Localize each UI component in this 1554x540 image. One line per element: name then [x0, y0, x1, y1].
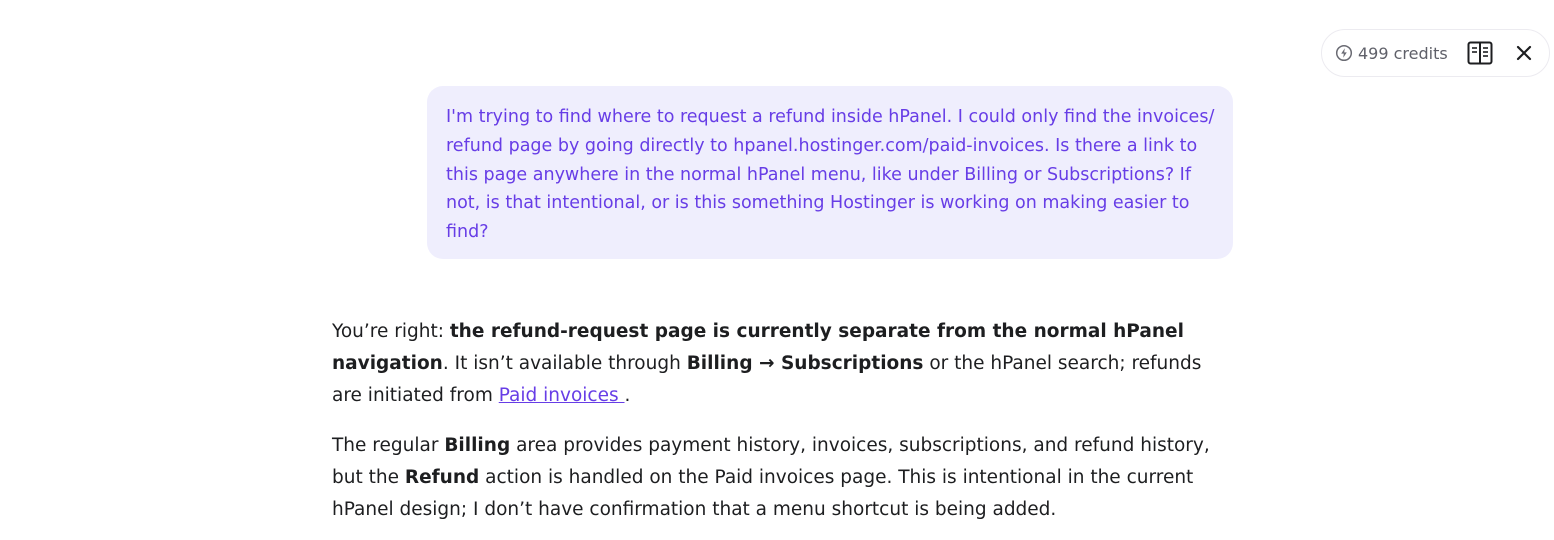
paid-invoices-link[interactable]: Paid invoices	[499, 385, 625, 406]
answer-paragraph-2: The regular Billing area provides paymen…	[332, 430, 1232, 525]
close-button[interactable]	[1508, 37, 1540, 69]
answer-bold-text: Refund	[404, 467, 480, 489]
answer-bold-text: Billing → Subscriptions	[686, 352, 924, 374]
credits-label: 499 credits	[1358, 43, 1448, 63]
answer-text: You’re right:	[332, 321, 450, 342]
answer-paragraph-1: You’re right: the refund-request page is…	[332, 316, 1232, 411]
assistant-answer: You’re right: the refund-request page is…	[332, 316, 1232, 540]
answer-text: The regular	[332, 435, 445, 457]
top-toolbar: 499 credits	[1321, 29, 1550, 77]
close-icon	[1516, 45, 1531, 61]
side-panel-icon	[1467, 41, 1493, 65]
credits-icon	[1335, 44, 1353, 62]
answer-text: .	[624, 384, 631, 406]
chat-page: 499 credits I'm trying to find where to …	[0, 0, 1554, 540]
user-message-text: I'm trying to find where to request a re…	[446, 107, 1215, 243]
answer-text: . It isn’t available through	[442, 352, 687, 374]
side-panel-button[interactable]	[1464, 37, 1496, 69]
user-message-bubble: I'm trying to find where to request a re…	[427, 86, 1233, 259]
credits-indicator: 499 credits	[1335, 44, 1448, 63]
answer-bold-text: Billing	[444, 435, 511, 457]
